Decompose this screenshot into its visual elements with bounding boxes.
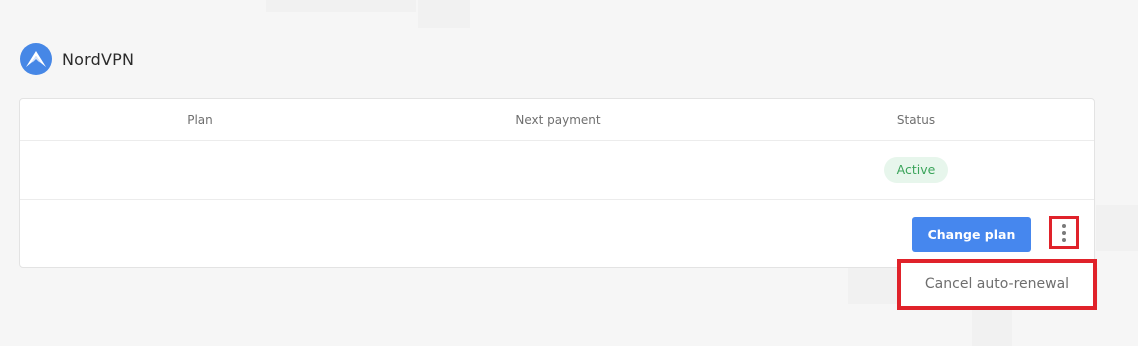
column-header-status: Status <box>896 113 936 127</box>
background-block <box>418 0 470 28</box>
app-header: NordVPN <box>20 42 134 76</box>
app-title: NordVPN <box>62 49 135 69</box>
cancel-auto-renewal-menu-item[interactable]: Cancel auto-renewal <box>897 259 1097 310</box>
subscription-card: Plan Next payment Status Active Change p… <box>19 98 1095 268</box>
column-header-plan: Plan <box>187 113 213 127</box>
background-block <box>972 306 1012 346</box>
nordvpn-logo-icon <box>20 43 52 75</box>
table-row: Active <box>20 141 1094 200</box>
background-block <box>1096 205 1138 251</box>
mountain-icon <box>26 51 46 67</box>
vertical-ellipsis-icon <box>1062 223 1066 242</box>
table-header: Plan Next payment Status <box>20 99 1094 141</box>
change-plan-button[interactable]: Change plan <box>912 217 1031 252</box>
column-header-next-payment: Next payment <box>515 113 601 127</box>
status-badge: Active <box>884 157 948 183</box>
background-block <box>266 0 416 12</box>
more-options-button[interactable] <box>1049 216 1079 249</box>
